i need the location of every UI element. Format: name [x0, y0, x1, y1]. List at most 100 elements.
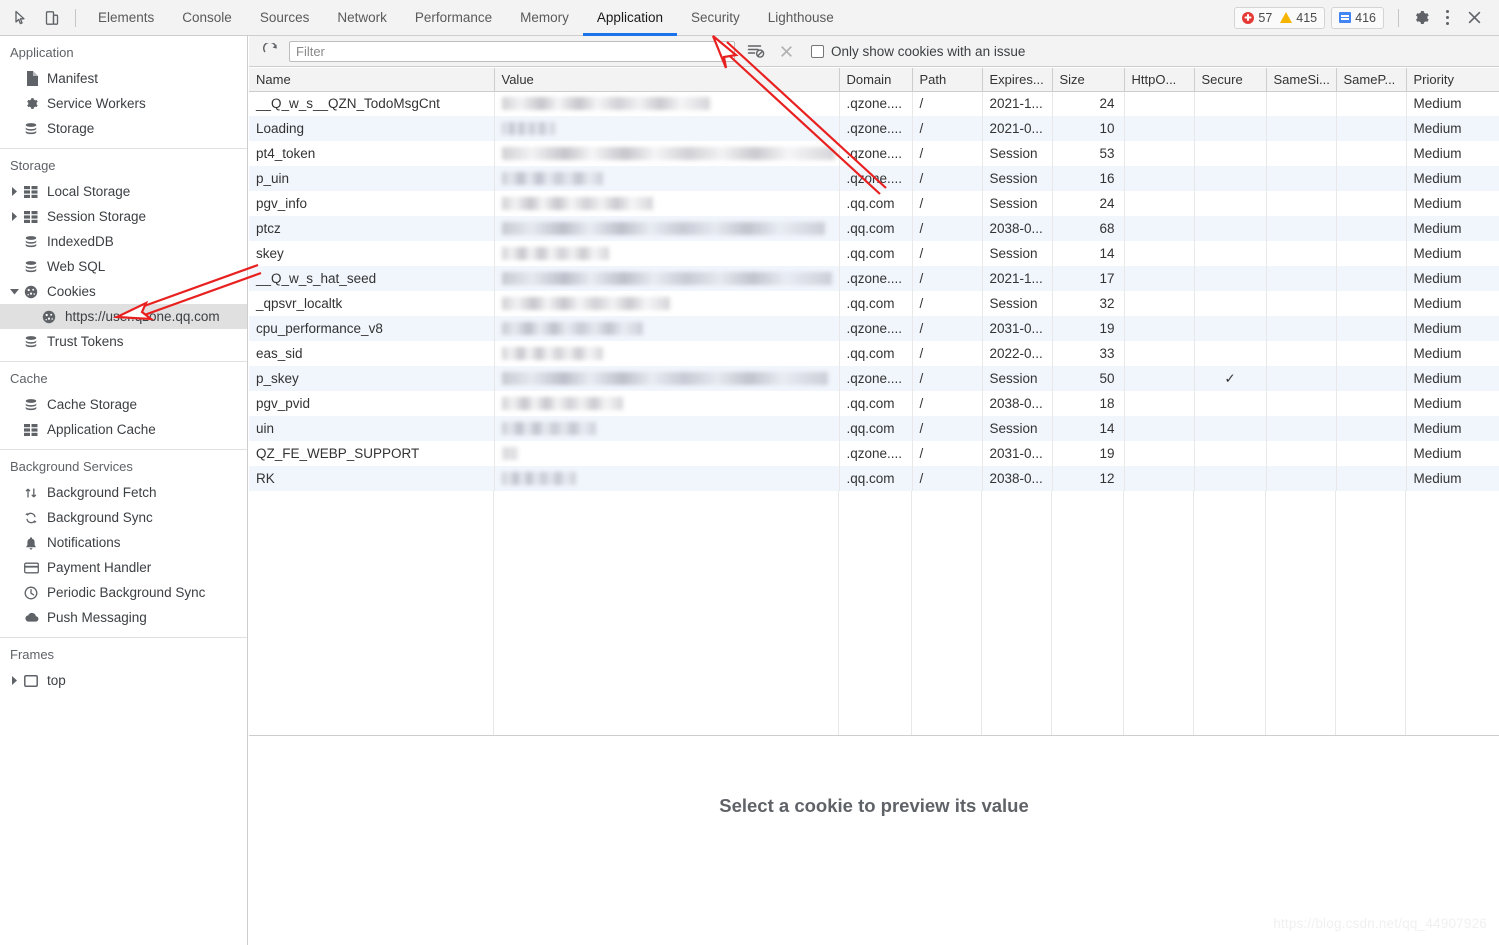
tab-memory[interactable]: Memory — [506, 0, 583, 36]
sidebar-item-label: top — [47, 673, 66, 688]
column-header-domain[interactable]: Domain — [839, 68, 913, 92]
sidebar-item-application-cache[interactable]: Application Cache — [0, 417, 247, 442]
cell-priority: Medium — [1413, 221, 1462, 236]
sidebar-item-background-fetch[interactable]: Background Fetch — [0, 480, 247, 505]
column-header-value[interactable]: Value — [494, 68, 840, 92]
clear-all-cookies-icon[interactable] — [741, 39, 771, 63]
cookies-table-container[interactable]: Name Value Domain Path Expires... Size H… — [249, 68, 1499, 736]
sidebar-item-cache-storage[interactable]: Cache Storage — [0, 392, 247, 417]
chevron-right-icon[interactable] — [8, 212, 20, 221]
redacted-value — [501, 372, 829, 385]
cell-value — [494, 391, 840, 416]
database-icon — [22, 121, 40, 137]
tab-sources[interactable]: Sources — [246, 0, 324, 36]
table-row[interactable]: ptcz .qq.com/2038-0... 68 Medium — [249, 216, 1499, 241]
column-header-path[interactable]: Path — [912, 68, 983, 92]
table-row[interactable]: QZ_FE_WEBP_SUPPORT .qzone..../2031-0... 19… — [249, 441, 1499, 466]
inspect-cursor-icon[interactable] — [7, 4, 37, 32]
column-header-secure[interactable]: Secure — [1194, 68, 1267, 92]
table-row[interactable]: __Q_w_s__QZN_TodoMsgCnt .qzone..../2021-1… — [249, 91, 1499, 116]
sidebar-item-payment-handler[interactable]: Payment Handler — [0, 555, 247, 580]
close-icon[interactable] — [1459, 4, 1489, 32]
cookie-preview-pane: Select a cookie to preview its value — [249, 737, 1499, 945]
cell-sameparty — [1336, 116, 1407, 141]
tab-application[interactable]: Application — [582, 0, 678, 36]
table-row[interactable]: RK .qq.com/2038-0... 12 Medium — [249, 466, 1499, 491]
tab-performance[interactable]: Performance — [401, 0, 506, 36]
panel-tab-strip: Elements Console Sources Network Perform… — [84, 0, 848, 36]
cell-sameparty — [1336, 241, 1407, 266]
table-row[interactable]: eas_sid .qq.com/2022-0... 33 Medium — [249, 341, 1499, 366]
column-header-httponly[interactable]: HttpO... — [1124, 68, 1195, 92]
table-row[interactable]: pgv_info .qq.com / Session 24 Medium — [249, 191, 1499, 216]
tab-lighthouse[interactable]: Lighthouse — [754, 0, 848, 36]
sidebar-item-periodic-background-sync[interactable]: Periodic Background Sync — [0, 580, 247, 605]
sidebar-item-background-sync[interactable]: Background Sync — [0, 505, 247, 530]
tab-elements[interactable]: Elements — [84, 0, 168, 36]
table-grid-icon — [22, 209, 40, 225]
sidebar-item-local-storage[interactable]: Local Storage — [0, 179, 247, 204]
table-row[interactable]: Loading .qzone..../2021-0... 10 Medium — [249, 116, 1499, 141]
error-icon — [1242, 11, 1255, 24]
table-row[interactable]: p_uin .qzone.... / Session 16 Medium — [249, 166, 1499, 191]
table-row[interactable]: pt4_token .qzone.... / Session 53 Medium — [249, 141, 1499, 166]
column-header-samesite[interactable]: SameSi... — [1266, 68, 1337, 92]
cell-domain: .qzone.... — [839, 141, 913, 166]
sidebar-item-storage[interactable]: Storage — [0, 116, 247, 141]
database-icon — [22, 334, 40, 350]
sidebar-item-service-workers[interactable]: Service Workers — [0, 91, 247, 116]
delete-selected-icon[interactable] — [771, 39, 801, 63]
gear-icon[interactable] — [1407, 4, 1435, 32]
sidebar-item-push-messaging[interactable]: Push Messaging — [0, 605, 247, 630]
tab-security[interactable]: Security — [677, 0, 754, 36]
manifest-file-icon — [22, 71, 40, 87]
chevron-right-icon[interactable] — [8, 187, 20, 196]
sidebar-item-trust-tokens[interactable]: Trust Tokens — [0, 329, 247, 354]
table-row[interactable]: skey .qq.com / Session 14 Medium — [249, 241, 1499, 266]
checkbox-box[interactable] — [811, 44, 824, 58]
sidebar-item-indexeddb[interactable]: IndexedDB — [0, 229, 247, 254]
kebab-menu-icon[interactable] — [1435, 4, 1459, 32]
sidebar-item-cookie-origin[interactable]: https://user.qzone.qq.com — [0, 304, 247, 329]
cell-name: skey — [249, 241, 495, 266]
cell-expires: Session — [982, 366, 1053, 391]
table-row[interactable]: pgv_pvid .qq.com/2038-0... 18 Medium — [249, 391, 1499, 416]
cell-value — [494, 216, 840, 241]
table-row[interactable]: __Q_w_s_hat_seed .qzone..../2021-1... 17 Me… — [249, 266, 1499, 291]
sidebar-item-manifest[interactable]: Manifest — [0, 66, 247, 91]
sidebar-item-session-storage[interactable]: Session Storage — [0, 204, 247, 229]
chevron-right-icon[interactable] — [8, 676, 20, 685]
column-header-name[interactable]: Name — [249, 68, 495, 92]
cell-priority: Medium — [1413, 121, 1462, 136]
cell-secure — [1194, 166, 1267, 191]
chevron-down-icon[interactable] — [8, 288, 20, 295]
column-header-expires[interactable]: Expires... — [982, 68, 1053, 92]
table-row[interactable]: _qpsvr_localtk .qq.com / Session 32 Medium — [249, 291, 1499, 316]
cell-value — [494, 141, 840, 166]
sidebar-item-cookies[interactable]: Cookies — [0, 279, 247, 304]
column-header-priority[interactable]: Priority — [1406, 68, 1499, 92]
table-row[interactable]: cpu_performance_v8 .qzone..../2031-0... 19… — [249, 316, 1499, 341]
cell-secure: ✓ — [1194, 366, 1267, 391]
sidebar-item-label: Payment Handler — [47, 560, 152, 575]
sidebar-item-label: Local Storage — [47, 184, 131, 199]
sidebar-item-frame-top[interactable]: top — [0, 668, 247, 693]
only-show-issues-checkbox[interactable]: Only show cookies with an issue — [811, 44, 1025, 59]
column-header-sameparty[interactable]: SameP... — [1336, 68, 1407, 92]
cell-samesite — [1266, 466, 1337, 491]
refresh-icon[interactable] — [257, 39, 283, 63]
sidebar-item-web-sql[interactable]: Web SQL — [0, 254, 247, 279]
table-row[interactable]: uin .qq.com / Session 14 Medium — [249, 416, 1499, 441]
sidebar-item-notifications[interactable]: Notifications — [0, 530, 247, 555]
sync-icon — [22, 510, 40, 526]
device-toolbar-icon[interactable] — [37, 4, 67, 32]
tab-network[interactable]: Network — [323, 0, 401, 36]
errors-warnings-chip[interactable]: 57 415 — [1234, 6, 1326, 29]
table-row[interactable]: p_skey .qzone.... / Session 50 ✓ Medium — [249, 366, 1499, 391]
tab-console[interactable]: Console — [168, 0, 246, 36]
messages-chip[interactable]: 416 — [1331, 6, 1384, 29]
column-header-size[interactable]: Size — [1052, 68, 1125, 92]
cell-expires: 2021-0... — [982, 116, 1053, 141]
search-input[interactable] — [289, 40, 735, 62]
sidebar-item-label: Service Workers — [47, 96, 146, 111]
